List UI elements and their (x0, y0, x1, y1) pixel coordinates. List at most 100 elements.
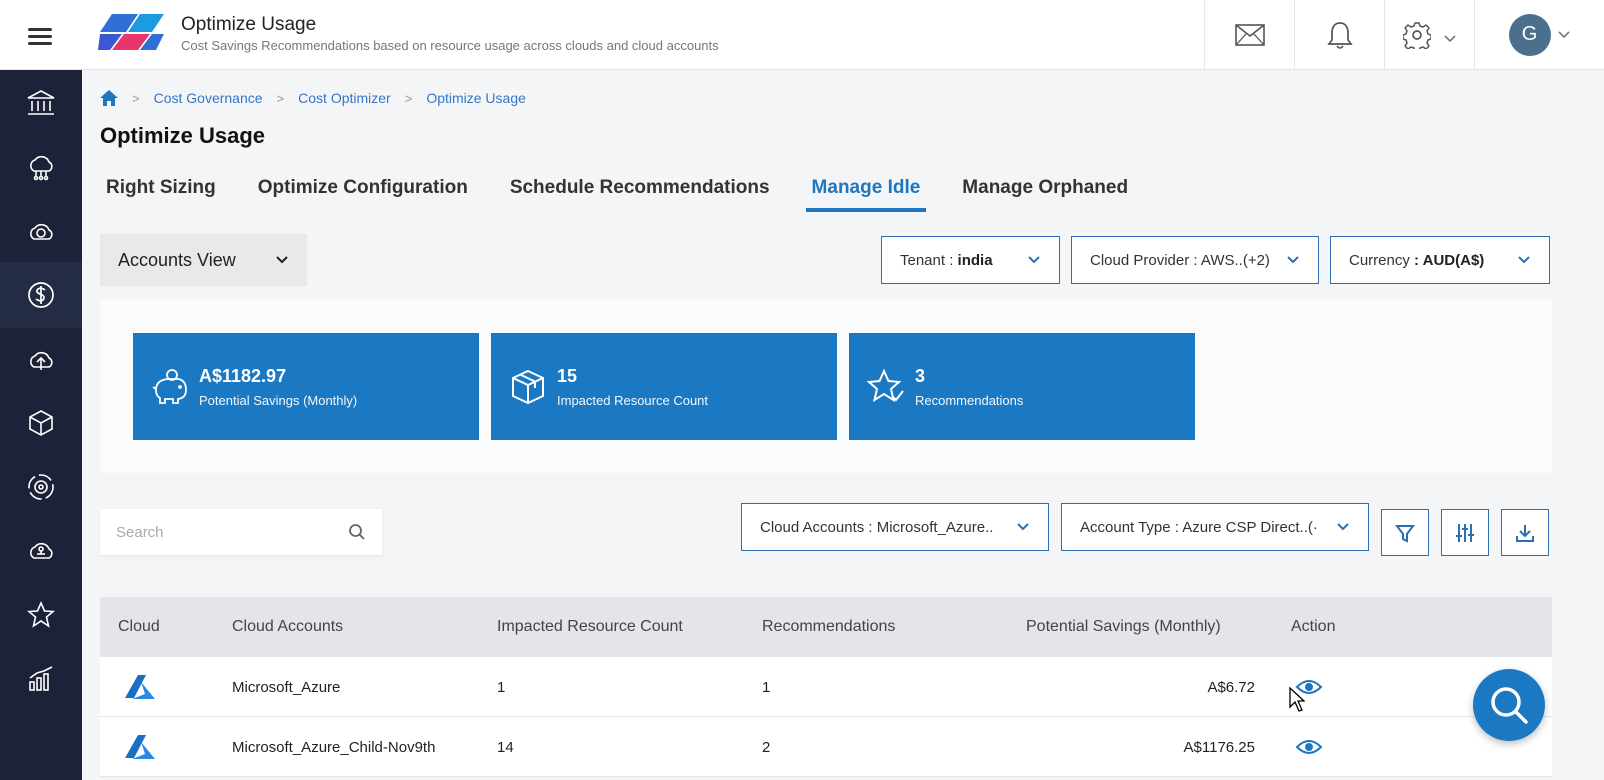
cloud-cell (124, 717, 156, 777)
user-menu[interactable]: G (1474, 0, 1604, 69)
cloud-cell (124, 657, 156, 717)
star-check-icon (866, 368, 904, 402)
sidebar-item-cloud-upload[interactable] (0, 326, 82, 392)
account-type-label: Account Type : Azure CSP Direct..(· (1080, 518, 1318, 536)
sidebar-item-cloud-hierarchy[interactable] (0, 518, 82, 584)
bank-icon (27, 90, 55, 115)
download-icon (1516, 524, 1534, 542)
breadcrumb-separator: > (276, 90, 285, 106)
notifications-button[interactable] (1294, 0, 1384, 69)
column-header-impacted-resource-count[interactable]: Impacted Resource Count (497, 597, 683, 657)
column-settings-button[interactable] (1441, 509, 1489, 556)
mail-button[interactable] (1204, 0, 1294, 69)
sidebar-item-favorites[interactable] (0, 582, 82, 648)
sidebar-item-cost[interactable] (0, 262, 82, 328)
breadcrumb-optimize-usage[interactable]: Optimize Usage (426, 90, 526, 106)
chevron-down-icon (1337, 523, 1349, 531)
table-header: Cloud Cloud Accounts Impacted Resource C… (100, 597, 1552, 657)
cloud-sync-icon (30, 223, 53, 240)
filter-button[interactable] (1381, 509, 1429, 556)
cloud-account-cell: Microsoft_Azure (232, 678, 341, 696)
tab-manage-orphaned[interactable]: Manage Orphaned (956, 172, 1134, 212)
cloud-provider-label: Cloud Provider : AWS..(+2) (1090, 251, 1270, 269)
currency-dropdown[interactable]: Currency : AUD(A$) (1330, 236, 1550, 284)
account-type-dropdown[interactable]: Account Type : Azure CSP Direct..(· (1061, 503, 1369, 551)
column-header-cloud-accounts[interactable]: Cloud Accounts (232, 597, 343, 657)
column-header-cloud[interactable]: Cloud (118, 597, 160, 657)
view-dropdown[interactable]: Accounts View (100, 234, 307, 286)
download-button[interactable] (1501, 509, 1549, 556)
cloud-provider-dropdown[interactable]: Cloud Provider : AWS..(+2) (1071, 236, 1319, 284)
eye-icon (1295, 740, 1323, 754)
sidebar-item-reports[interactable] (0, 646, 82, 712)
tenant-value: india (957, 251, 993, 269)
impacted-resource-label: Impacted Resource Count (557, 392, 709, 408)
hamburger-menu-icon[interactable] (20, 22, 60, 48)
sidebar-item-bank[interactable] (0, 70, 82, 136)
sidebar-item-cloud-network[interactable] (0, 134, 82, 200)
recommendations-label: Recommendations (915, 392, 1024, 408)
chevron-down-icon (1017, 523, 1029, 531)
breadcrumb-cost-optimizer[interactable]: Cost Optimizer (298, 90, 391, 106)
breadcrumb: > Cost Governance > Cost Optimizer > Opt… (100, 90, 526, 106)
breadcrumb-separator: > (132, 90, 140, 106)
search-input[interactable] (116, 523, 326, 541)
tab-right-sizing[interactable]: Right Sizing (100, 172, 222, 212)
floating-search-button[interactable] (1473, 669, 1545, 741)
piggy-bank-icon (152, 368, 187, 404)
breadcrumb-cost-governance[interactable]: Cost Governance (154, 90, 263, 106)
star-icon (26, 601, 56, 628)
azure-icon (125, 735, 155, 759)
search-icon[interactable] (348, 523, 366, 541)
impacted-count-cell: 1 (497, 678, 506, 696)
view-button[interactable] (1295, 717, 1323, 777)
settings-button[interactable] (1384, 0, 1474, 69)
chevron-down-icon (1518, 256, 1530, 264)
home-icon[interactable] (100, 90, 118, 106)
column-header-potential-savings[interactable]: Potential Savings (Monthly) (1026, 597, 1221, 657)
accounts-table: Cloud Cloud Accounts Impacted Resource C… (100, 597, 1552, 780)
search-icon (1491, 687, 1528, 724)
sidebar-item-cloud-sync[interactable] (0, 198, 82, 264)
sidebar-item-automation[interactable] (0, 454, 82, 520)
cloud-upload-icon (30, 351, 53, 370)
dollar-icon (28, 282, 54, 308)
potential-savings-card: A$1182.97 Potential Savings (Monthly) (133, 333, 479, 440)
gear-cycle-icon (28, 474, 54, 500)
recommendations-card: 3 Recommendations (849, 333, 1195, 440)
tab-optimize-configuration[interactable]: Optimize Configuration (252, 172, 474, 212)
cube-icon (29, 410, 53, 436)
column-header-recommendations[interactable]: Recommendations (762, 597, 895, 657)
tab-manage-idle[interactable]: Manage Idle (805, 172, 927, 212)
chevron-down-icon (1287, 256, 1299, 264)
savings-cell: A$1176.25 (1183, 738, 1255, 756)
recommendations-cell: 2 (762, 738, 771, 756)
search-box (100, 509, 382, 555)
recommendations-value: 3 (915, 365, 926, 386)
breadcrumb-separator: > (404, 90, 413, 106)
sidebar-item-resources[interactable] (0, 390, 82, 456)
mouse-cursor-icon (1289, 687, 1305, 712)
box-icon (512, 369, 544, 404)
app-title: Optimize Usage (181, 14, 317, 35)
chevron-down-icon (276, 256, 288, 264)
savings-cell: A$6.72 (1207, 678, 1255, 696)
column-header-action: Action (1291, 618, 1336, 635)
top-header: Optimize Usage Cost Savings Recommendati… (0, 0, 1604, 70)
cloud-accounts-dropdown[interactable]: Cloud Accounts : Microsoft_Azure.. (741, 503, 1049, 551)
tenant-dropdown[interactable]: Tenant : india (881, 236, 1060, 284)
chevron-down-icon (1028, 256, 1040, 264)
cloud-network-icon (30, 155, 53, 181)
potential-savings-value: A$1182.97 (199, 365, 287, 386)
cloud-account-cell: Microsoft_Azure_Child-Nov9th (232, 738, 436, 756)
impacted-count-cell: 14 (497, 738, 514, 756)
app-subtitle: Cost Savings Recommendations based on re… (181, 38, 719, 53)
bar-chart-icon (29, 666, 53, 691)
tab-schedule-recommendations[interactable]: Schedule Recommendations (504, 172, 776, 212)
cloud-accounts-label: Cloud Accounts : Microsoft_Azure.. (760, 518, 994, 536)
potential-savings-label: Potential Savings (Monthly) (199, 392, 358, 408)
impacted-resource-value: 15 (557, 365, 578, 386)
funnel-icon (1395, 524, 1415, 543)
tab-bar: Right Sizing Optimize Configuration Sche… (100, 172, 1164, 214)
gear-icon (1402, 21, 1431, 49)
